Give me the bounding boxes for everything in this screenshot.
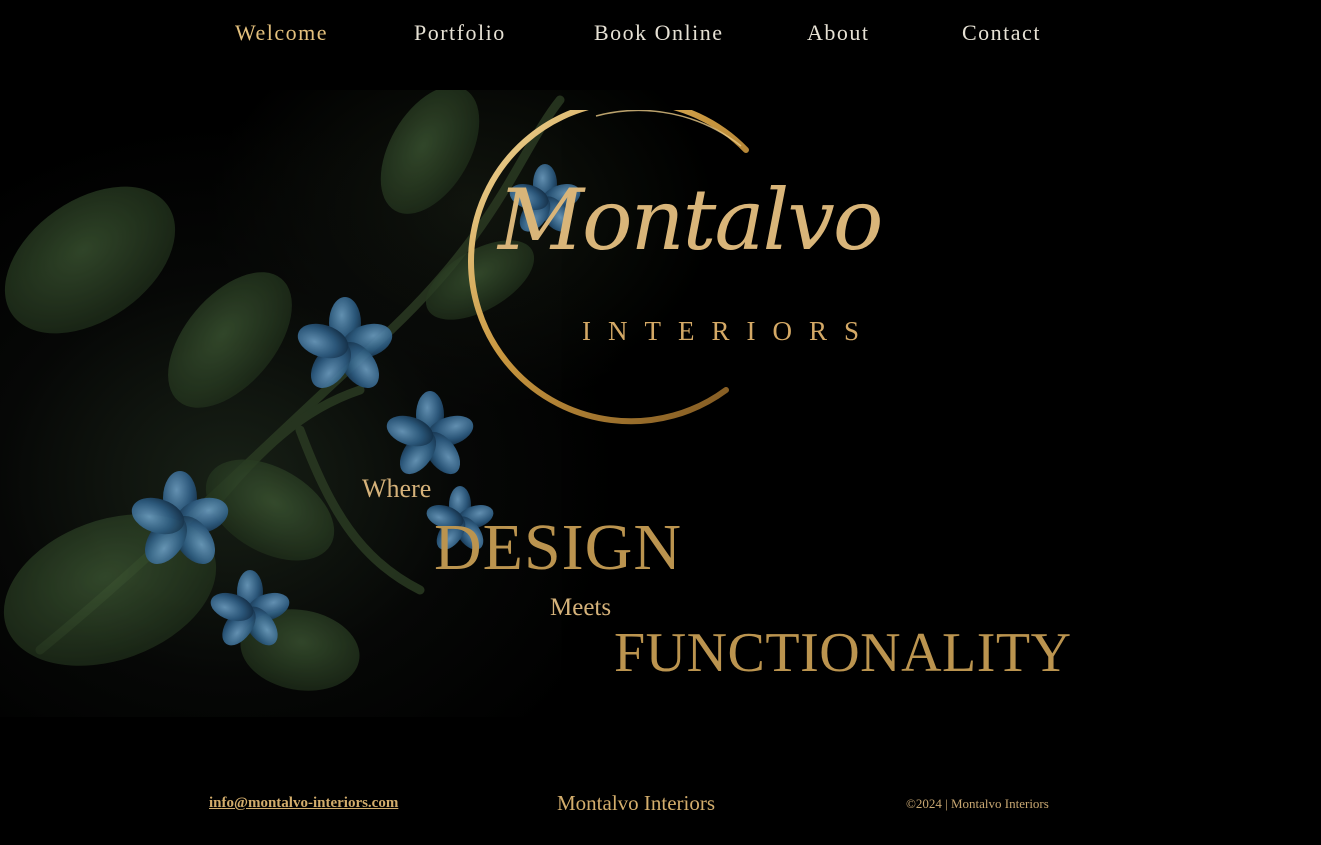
footer-email-link[interactable]: info@montalvo-interiors.com — [209, 795, 398, 812]
nav-item-about[interactable]: About — [807, 20, 870, 46]
nav-item-portfolio[interactable]: Portfolio — [414, 20, 506, 46]
logo-subtitle: INTERIORS — [582, 316, 876, 346]
page: Welcome Portfolio Book Online About Cont… — [0, 0, 1321, 845]
nav-item-welcome[interactable]: Welcome — [235, 20, 328, 46]
tagline-design: DESIGN — [434, 511, 682, 584]
tagline-functionality: FUNCTIONALITY — [614, 622, 1072, 684]
main-nav: Welcome Portfolio Book Online About Cont… — [0, 14, 1321, 58]
footer-brand: Montalvo Interiors — [557, 791, 716, 815]
logo-ring-icon — [468, 110, 749, 425]
tagline-where: Where — [362, 474, 432, 503]
nav-item-book-online[interactable]: Book Online — [594, 20, 724, 46]
footer-copyright: ©2024 | Montalvo Interiors — [906, 796, 1049, 811]
nav-item-contact[interactable]: Contact — [962, 20, 1041, 46]
logo-script-text: Montalvo — [498, 171, 883, 269]
tagline-meets: Meets — [550, 594, 612, 621]
